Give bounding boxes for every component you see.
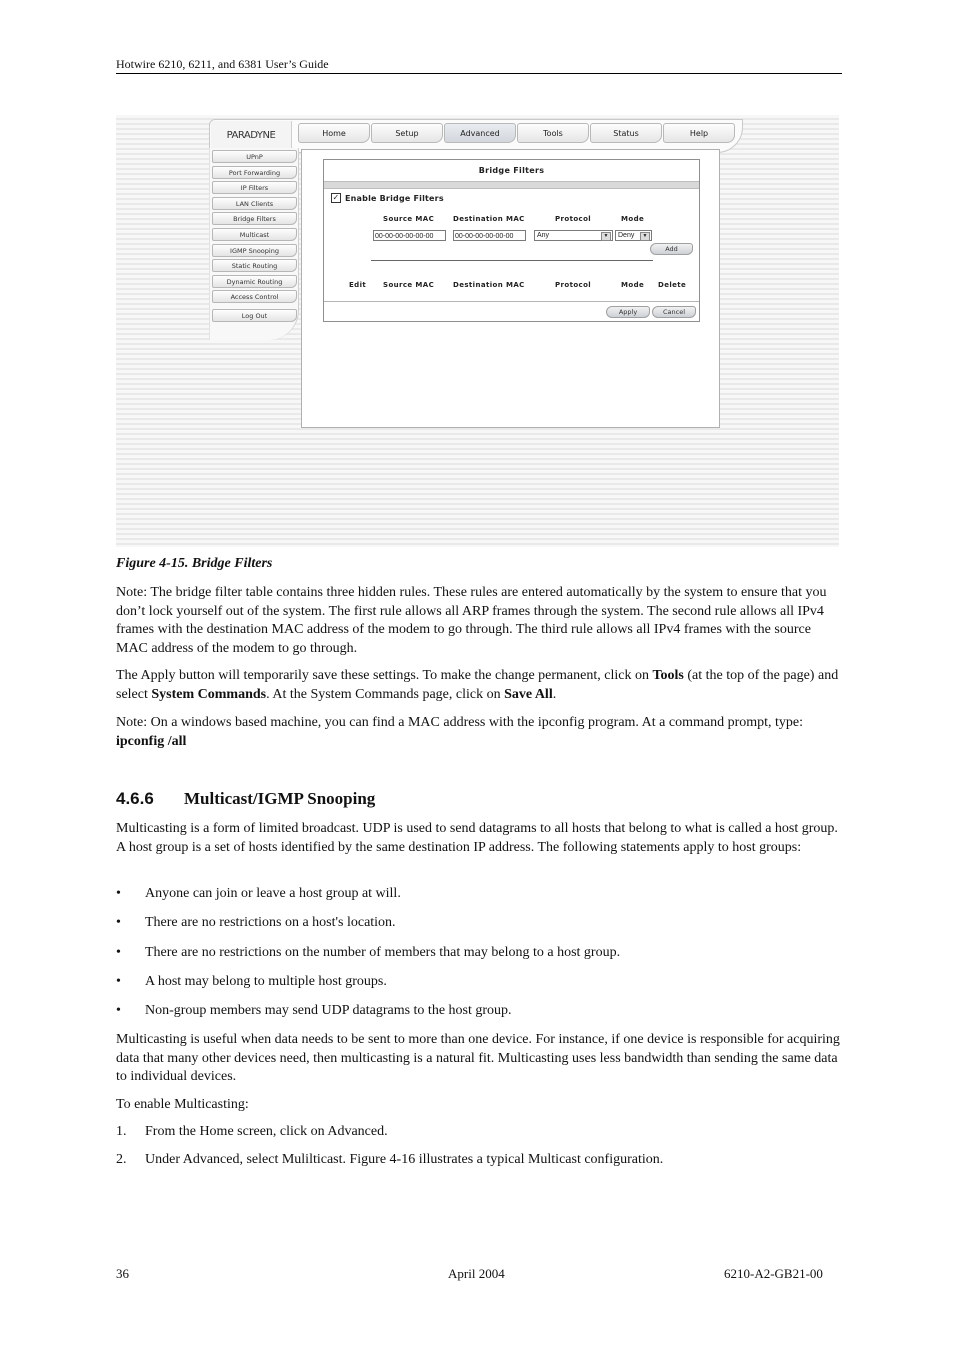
apply-button[interactable]: Apply: [606, 306, 650, 318]
protocol-label: Protocol: [555, 215, 592, 223]
chevron-down-icon[interactable]: ▼: [640, 232, 650, 241]
figure-caption: Figure 4-15. Bridge Filters: [116, 556, 273, 571]
cancel-button[interactable]: Cancel: [652, 306, 696, 318]
emphasis-system-commands: System Commands: [151, 686, 267, 702]
list-item-text: There are no restrictions on the number …: [145, 945, 621, 960]
bullet-icon: •: [116, 1003, 121, 1018]
section-heading: 4.6.6 Multicast/IGMP Snooping: [116, 789, 375, 809]
source-mac-label: Source MAC: [383, 215, 435, 223]
text: .: [552, 686, 557, 702]
footer-doc-id: 6210-A2-GB21-00: [724, 1266, 823, 1281]
list-item-text: A host may belong to multiple host group…: [145, 974, 387, 989]
sidebar-item-port-forwarding[interactable]: Port Forwarding: [212, 166, 297, 179]
sidebar-item-access-control[interactable]: Access Control: [212, 290, 297, 303]
section-number: 4.6.6: [116, 789, 154, 808]
nav-tab-status[interactable]: Status: [590, 123, 662, 143]
enable-bridge-filters-label: Enable Bridge Filters: [345, 193, 444, 203]
sidebar-item-static-routing[interactable]: Static Routing: [212, 259, 297, 272]
running-header: Hotwire 6210, 6211, and 6381 User’s Guid…: [116, 57, 329, 71]
sidebar-item-lan-clients[interactable]: LAN Clients: [212, 197, 297, 210]
source-mac-input[interactable]: 00-00-00-00-00-00: [373, 230, 446, 241]
protocol-value: Any: [537, 232, 550, 239]
sidebar-item-upnp[interactable]: UPnP: [212, 150, 297, 163]
list-item: • A host may belong to multiple host grou…: [116, 974, 387, 990]
step-number: 1.: [116, 1124, 127, 1139]
list-item-text: There are no restrictions on a host's lo…: [145, 915, 396, 930]
step-text: Under Advanced, select Mulilticast. Figu…: [145, 1152, 664, 1167]
text: . At the System Commands page, click on: [266, 686, 505, 702]
table-divider: [324, 301, 699, 302]
text: Note: On a windows based machine, you ca…: [116, 715, 804, 730]
bridge-filters-form: Bridge Filters ✓ Enable Bridge Filters S…: [323, 159, 700, 322]
bullet-icon: •: [116, 886, 121, 901]
col-header-destination-mac: Destination MAC: [453, 281, 525, 289]
chevron-down-icon[interactable]: ▼: [601, 232, 611, 241]
destination-mac-input[interactable]: 00-00-00-00-00-00: [453, 230, 526, 241]
section-title: Multicast/IGMP Snooping: [184, 789, 376, 808]
sidebar-item-ip-filters[interactable]: IP Filters: [212, 181, 297, 194]
step-text: From the Home screen, click on Advanced.: [145, 1124, 388, 1139]
step-item: 1. From the Home screen, click on Advance…: [116, 1124, 388, 1140]
list-item-text: Non-group members may send UDP datagrams…: [145, 1003, 512, 1018]
list-item: • There are no restrictions on the number…: [116, 945, 620, 961]
sidebar-item-igmp-snooping[interactable]: IGMP Snooping: [212, 244, 297, 257]
col-header-mode: Mode: [621, 281, 645, 289]
emphasis-tools: Tools: [652, 668, 684, 683]
nav-tab-home[interactable]: Home: [298, 123, 370, 143]
footer-date: April 2004: [448, 1266, 505, 1281]
enable-bridge-filters-checkbox[interactable]: ✓: [331, 193, 341, 203]
step-item: 2. Under Advanced, select Mulilticast. Fi…: [116, 1152, 663, 1168]
mode-value: Deny: [618, 232, 635, 239]
page-number: 36: [116, 1266, 129, 1281]
destination-mac-label: Destination MAC: [453, 215, 525, 223]
protocol-select[interactable]: Any ▼: [534, 230, 613, 241]
bullet-icon: •: [116, 915, 121, 930]
emphasis-save-all: Save All: [504, 686, 553, 702]
title-band: [324, 181, 699, 189]
col-header-edit: Edit: [349, 281, 367, 289]
sidebar-item-multicast[interactable]: Multicast: [212, 228, 297, 241]
multicast-usefulness: Multicasting is useful when data needs t…: [116, 1032, 840, 1084]
logout-button[interactable]: Log Out: [212, 309, 297, 322]
step-number: 2.: [116, 1152, 127, 1167]
nav-tab-help[interactable]: Help: [663, 123, 735, 143]
nav-tab-tools[interactable]: Tools: [517, 123, 589, 143]
bullet-icon: •: [116, 945, 121, 960]
steps-intro: To enable Multicasting:: [116, 1097, 249, 1112]
ipconfig-note: Note: On a windows based machine, you ca…: [116, 714, 844, 751]
router-web-ui: PARADYNE Home Setup Advanced Tools Statu…: [116, 115, 839, 547]
bullet-icon: •: [116, 974, 121, 989]
col-header-protocol: Protocol: [555, 281, 592, 289]
header-rule: [116, 73, 842, 74]
list-item-text: Anyone can join or leave a host group at…: [145, 886, 401, 901]
multicast-intro: Multicasting is a form of limited broadc…: [116, 821, 838, 855]
command-text: ipconfig /all: [116, 733, 187, 749]
add-button[interactable]: Add: [650, 243, 693, 255]
divider: [371, 260, 653, 261]
nav-tab-setup[interactable]: Setup: [371, 123, 443, 143]
list-item: • There are no restrictions on a host's l…: [116, 915, 396, 931]
sidebar-item-bridge-filters[interactable]: Bridge Filters: [212, 212, 297, 225]
hidden-rules-note: Note: The bridge filter table contains t…: [116, 585, 827, 656]
list-item: • Non-group members may send UDP datagram…: [116, 1003, 512, 1019]
mode-label: Mode: [621, 215, 645, 223]
nav-tab-advanced[interactable]: Advanced: [444, 123, 516, 143]
sidebar-item-dynamic-routing[interactable]: Dynamic Routing: [212, 275, 297, 288]
figure-screenshot: PARADYNE Home Setup Advanced Tools Statu…: [116, 115, 839, 547]
col-header-source-mac: Source MAC: [383, 281, 435, 289]
mode-select[interactable]: Deny ▼: [615, 230, 652, 241]
apply-instructions: The Apply button will temporarily save t…: [116, 667, 844, 704]
col-header-delete: Delete: [658, 281, 687, 289]
paradyne-logo: PARADYNE: [211, 121, 292, 149]
text: The Apply button will temporarily save t…: [116, 668, 653, 683]
enable-bridge-filters-row: ✓ Enable Bridge Filters: [331, 193, 444, 203]
list-item: • Anyone can join or leave a host group a…: [116, 886, 401, 902]
form-title: Bridge Filters: [478, 166, 545, 175]
